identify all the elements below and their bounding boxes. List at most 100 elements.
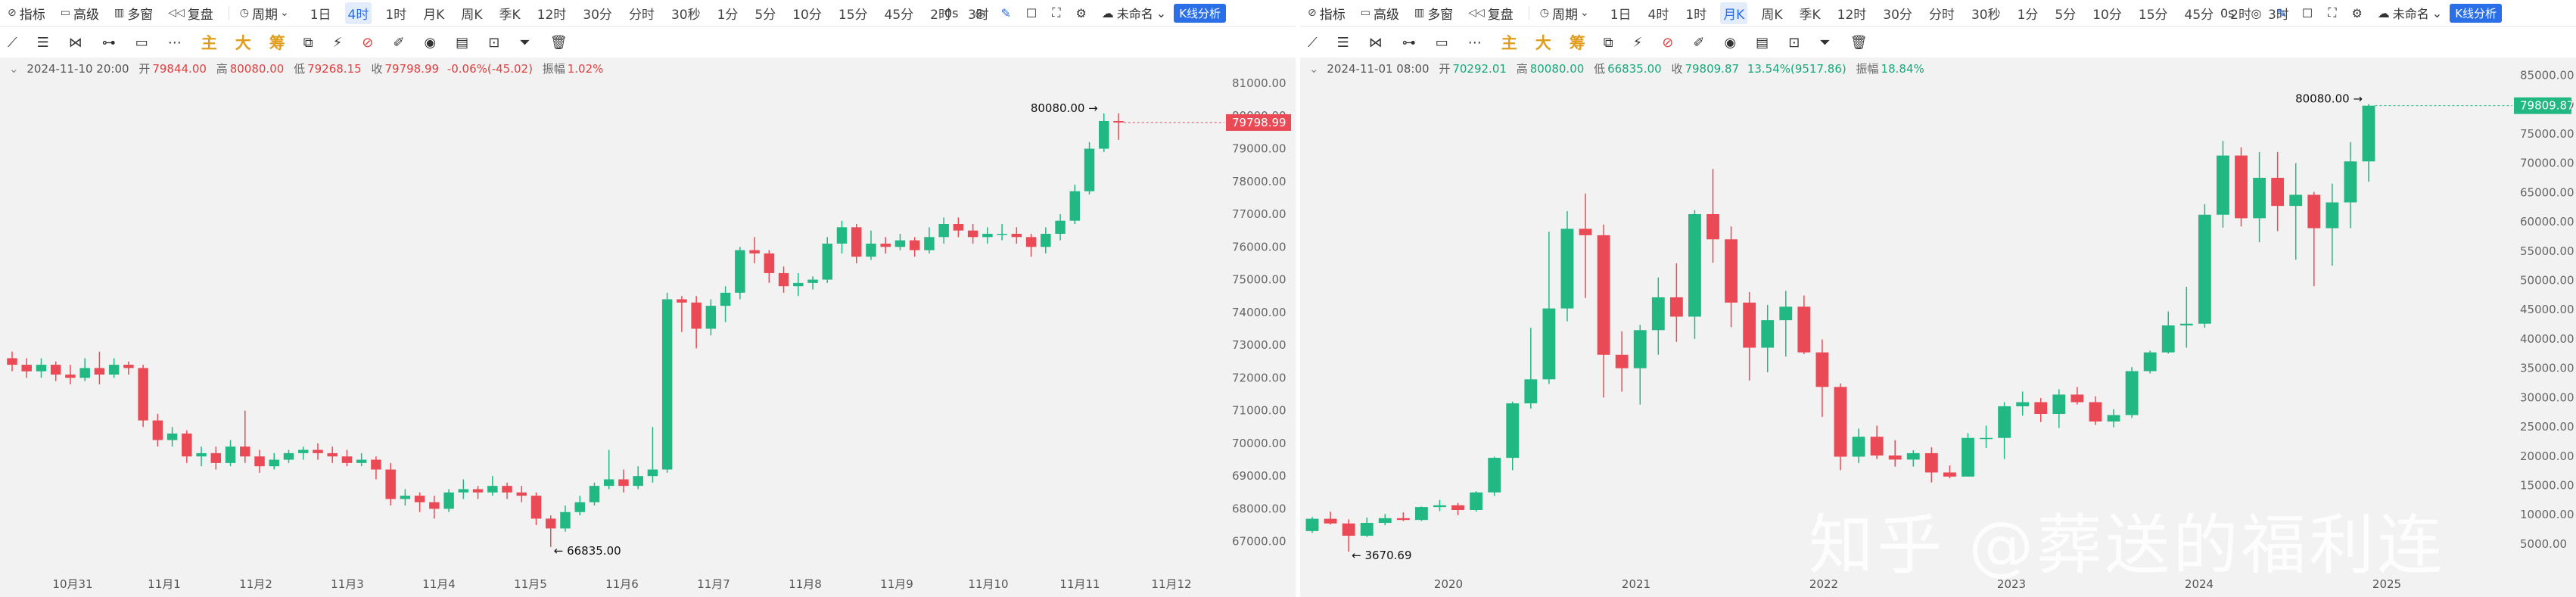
rect-tool-icon[interactable]: ▭	[135, 35, 148, 51]
hline-tool-icon[interactable]: ☰	[37, 35, 49, 51]
camera-icon[interactable]: ◎	[2251, 6, 2262, 20]
period-tab[interactable]: 30分	[580, 2, 615, 24]
period-menu[interactable]: ◷ 周期 ⌄	[1540, 4, 1592, 23]
line-tool-icon[interactable]: ⟋	[8, 35, 17, 51]
x-tick-label: 11月4	[422, 577, 456, 591]
measure-icon[interactable]: ⊡	[488, 35, 499, 51]
copy-icon[interactable]: ⧉	[303, 35, 313, 51]
clipboard-icon[interactable]: ▤	[456, 35, 468, 51]
magnet-icon[interactable]: ⚡	[1633, 35, 1643, 51]
period-tab[interactable]: 分时	[1926, 2, 1958, 24]
period-tab[interactable]: 15分	[2136, 2, 2171, 24]
hline-tool-icon[interactable]: ☰	[1337, 35, 1349, 51]
ray-tool-icon[interactable]: ⊶	[102, 35, 116, 51]
period-tab[interactable]: 4时	[1645, 2, 1672, 24]
period-tab[interactable]: 10分	[2089, 2, 2125, 24]
channel-tool-icon[interactable]: ⋈	[69, 35, 82, 51]
period-tab[interactable]: 30秒	[1968, 2, 2004, 24]
multi-window-button[interactable]: ▥ 多窗	[1414, 4, 1453, 23]
period-tab[interactable]: 4时	[344, 2, 372, 24]
period-tab[interactable]: 1日	[307, 2, 334, 24]
period-tab[interactable]: 周K	[458, 2, 485, 24]
period-tab[interactable]: 季K	[496, 2, 524, 24]
brush-icon[interactable]: ✐	[393, 35, 404, 51]
speed-label: 0s	[2220, 5, 2235, 20]
copy-icon[interactable]: ⧉	[1604, 35, 1613, 51]
advanced-button[interactable]: ▭ 高级	[1361, 4, 1399, 23]
period-tab[interactable]: 1分	[2014, 2, 2042, 24]
main-tool[interactable]: 主	[201, 31, 217, 54]
period-tab[interactable]: 45分	[2182, 2, 2217, 24]
window-icon: ▥	[1414, 7, 1425, 19]
period-tab[interactable]: 5分	[751, 2, 779, 24]
replay-button[interactable]: ◁◁ 复盘	[168, 4, 213, 23]
line-tool-icon[interactable]: ⟋	[1308, 35, 1318, 51]
big-tool[interactable]: 大	[235, 31, 251, 54]
chip-tool[interactable]: 筹	[269, 31, 285, 54]
period-menu[interactable]: ◷ 周期 ⌄	[240, 4, 292, 23]
period-tab[interactable]: 15分	[835, 2, 871, 24]
candlestick-chart-4h[interactable]: 81000.0080000.0079000.0078000.0077000.00…	[0, 58, 1296, 597]
main-tool[interactable]: 主	[1501, 31, 1517, 54]
replay-button[interactable]: ◁◁ 复盘	[1468, 4, 1514, 23]
ray-tool-icon[interactable]: ⊶	[1402, 35, 1416, 51]
chip-tool[interactable]: 筹	[1570, 31, 1585, 54]
chevron-down-icon[interactable]: ⌄	[2432, 6, 2442, 20]
multi-window-button[interactable]: ▥ 多窗	[114, 4, 153, 23]
period-tab[interactable]: 30分	[1880, 2, 1915, 24]
indicator-button[interactable]: ⊘ 指标	[8, 4, 45, 23]
eye-icon[interactable]: ◉	[424, 35, 436, 51]
candle-body	[1451, 505, 1464, 510]
period-tab[interactable]: 周K	[1758, 2, 1785, 24]
edit-icon[interactable]: ☐	[2302, 6, 2313, 20]
period-tab[interactable]: 30秒	[668, 2, 704, 24]
more-tools-icon[interactable]: ⋯	[168, 35, 182, 51]
period-tab[interactable]: 分时	[626, 2, 658, 24]
layout-name[interactable]: 未命名	[1117, 4, 1153, 22]
period-tab[interactable]: 季K	[1797, 2, 1824, 24]
settings-icon[interactable]: ⚙	[2351, 6, 2362, 20]
pen-icon[interactable]: ✎	[1000, 6, 1010, 20]
settings-icon[interactable]: ⚙	[1075, 6, 1086, 20]
period-tab[interactable]: 10分	[789, 2, 825, 24]
trash-icon[interactable]: 🗑	[1850, 35, 1868, 51]
kline-analysis-button[interactable]: K线分析	[1174, 3, 1227, 23]
clipboard-icon[interactable]: ▤	[1756, 35, 1769, 51]
measure-icon[interactable]: ⊡	[1788, 35, 1800, 51]
y-tick-label: 70000.00	[2520, 157, 2574, 170]
period-tab[interactable]: 45分	[882, 2, 917, 24]
layout-name[interactable]: 未命名	[2393, 4, 2429, 22]
filter-icon[interactable]: ⏷	[1819, 35, 1830, 51]
period-tab[interactable]: 12时	[534, 2, 570, 24]
period-tab[interactable]: 12时	[1834, 2, 1870, 24]
camera-icon[interactable]: ◎	[975, 6, 986, 20]
big-tool[interactable]: 大	[1535, 31, 1551, 54]
period-tab[interactable]: 1时	[1682, 2, 1710, 24]
fullscreen-icon[interactable]: ⛶	[1052, 5, 1060, 20]
chevron-down-icon[interactable]: ⌄	[1156, 6, 1166, 20]
pen-icon[interactable]: ✎	[2276, 6, 2286, 20]
period-tab[interactable]: 5分	[2052, 2, 2079, 24]
magnet-icon[interactable]: ⚡	[333, 35, 343, 51]
filter-icon[interactable]: ⏷	[519, 35, 530, 51]
cloud-icon[interactable]: ☁	[1102, 6, 1114, 20]
period-tab[interactable]: 1分	[714, 2, 742, 24]
period-tab[interactable]: 月K	[420, 2, 447, 24]
rect-tool-icon[interactable]: ▭	[1436, 35, 1448, 51]
period-tab[interactable]: 月K	[1720, 2, 1748, 24]
brush-icon[interactable]: ✐	[1693, 35, 1704, 51]
trash-icon[interactable]: 🗑	[550, 35, 568, 51]
kline-analysis-button[interactable]: K线分析	[2450, 3, 2503, 23]
lock-icon[interactable]: ⊘	[1662, 35, 1673, 51]
advanced-button[interactable]: ▭ 高级	[61, 4, 99, 23]
eye-icon[interactable]: ◉	[1724, 35, 1736, 51]
period-tab[interactable]: 1时	[382, 2, 409, 24]
lock-icon[interactable]: ⊘	[362, 35, 373, 51]
edit-icon[interactable]: ☐	[1026, 6, 1037, 20]
indicator-button[interactable]: ⊘ 指标	[1308, 4, 1346, 23]
cloud-icon[interactable]: ☁	[2378, 6, 2390, 20]
period-tab[interactable]: 1日	[1607, 2, 1635, 24]
channel-tool-icon[interactable]: ⋈	[1369, 35, 1383, 51]
more-tools-icon[interactable]: ⋯	[1468, 35, 1482, 51]
fullscreen-icon[interactable]: ⛶	[2328, 5, 2336, 20]
